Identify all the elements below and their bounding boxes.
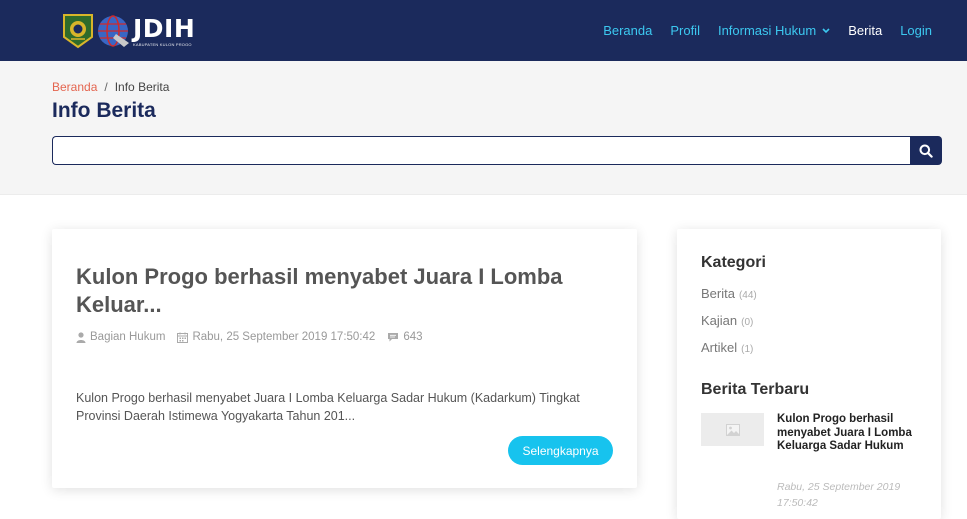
category-item-berita[interactable]: Berita (44) <box>701 286 757 301</box>
recent-news-title[interactable]: Kulon Progo berhasil menyabet Juara I Lo… <box>777 413 917 454</box>
user-icon <box>76 331 86 343</box>
search-input[interactable] <box>52 136 910 165</box>
category-count: (44) <box>738 290 757 301</box>
recent-news-date: Rabu, 25 September 2019 17:50:42 <box>777 481 901 509</box>
nav-informasi-hukum-label: Informasi Hukum <box>717 23 817 38</box>
main-nav: Beranda Profil Informasi Hukum Berita Lo… <box>594 0 941 61</box>
post-title[interactable]: Kulon Progo berhasil menyabet Juara I Lo… <box>76 263 596 319</box>
search-icon <box>919 144 933 158</box>
search-button[interactable] <box>910 136 942 165</box>
breadcrumb-home-link[interactable]: Beranda <box>52 80 97 94</box>
brand-subtitle: KABUPATEN KULON PROGO <box>133 42 192 47</box>
page-header: Beranda / Info Berita Info Berita <box>0 61 967 195</box>
category-count: (0) <box>741 317 754 328</box>
calendar-icon <box>177 332 189 343</box>
globe-icon <box>98 15 129 47</box>
category-item-kajian[interactable]: Kajian (0) <box>701 313 753 328</box>
post-date: Rabu, 25 September 2019 17:50:42 <box>177 331 375 343</box>
category-item-artikel[interactable]: Artikel (1) <box>701 340 753 355</box>
category-label: Artikel <box>701 340 738 355</box>
navbar: JDIH KABUPATEN KULON PROGO Beranda Profi… <box>0 0 967 61</box>
image-placeholder-icon <box>725 423 740 436</box>
post-date-text: Rabu, 25 September 2019 17:50:42 <box>192 331 376 343</box>
read-more-button[interactable]: Selengkapnya <box>508 436 613 465</box>
post-excerpt: Kulon Progo berhasil menyabet Juara I Lo… <box>76 391 580 423</box>
nav-profil[interactable]: Profil <box>661 23 709 38</box>
chevron-down-icon <box>822 27 830 33</box>
comment-icon <box>388 332 399 341</box>
breadcrumb: Beranda / Info Berita <box>52 80 169 94</box>
search-bar <box>52 136 942 165</box>
category-count: (1) <box>741 344 754 355</box>
nav-informasi-hukum[interactable]: Informasi Hukum <box>709 23 839 38</box>
nav-berita[interactable]: Berita <box>839 23 891 38</box>
recent-news-heading: Berita Terbaru <box>701 381 810 398</box>
nav-beranda[interactable]: Beranda <box>594 23 661 38</box>
breadcrumb-separator: / <box>104 80 108 94</box>
post-meta: Bagian Hukum Rabu, 25 September 2019 17:… <box>76 331 435 343</box>
sidebar: Kategori Berita (44) Kajian (0) Artikel (1)… <box>677 229 941 519</box>
post-author-name: Bagian Hukum <box>90 331 166 343</box>
recent-news-thumbnail[interactable] <box>701 413 764 446</box>
brand-title: JDIH <box>133 14 196 43</box>
post-comments: 643 <box>387 331 423 343</box>
category-heading: Kategori <box>701 254 766 271</box>
category-label: Berita <box>701 286 735 301</box>
regency-emblem-icon <box>63 14 93 49</box>
site-logo[interactable]: JDIH KABUPATEN KULON PROGO <box>62 12 195 50</box>
post-comment-count: 643 <box>403 331 423 343</box>
page-title: Info Berita <box>52 99 156 122</box>
breadcrumb-current: Info Berita <box>114 80 170 94</box>
category-label: Kajian <box>701 313 738 328</box>
post-author: Bagian Hukum <box>76 331 165 343</box>
post-card: Kulon Progo berhasil menyabet Juara I Lo… <box>52 229 637 488</box>
nav-login[interactable]: Login <box>891 23 941 38</box>
